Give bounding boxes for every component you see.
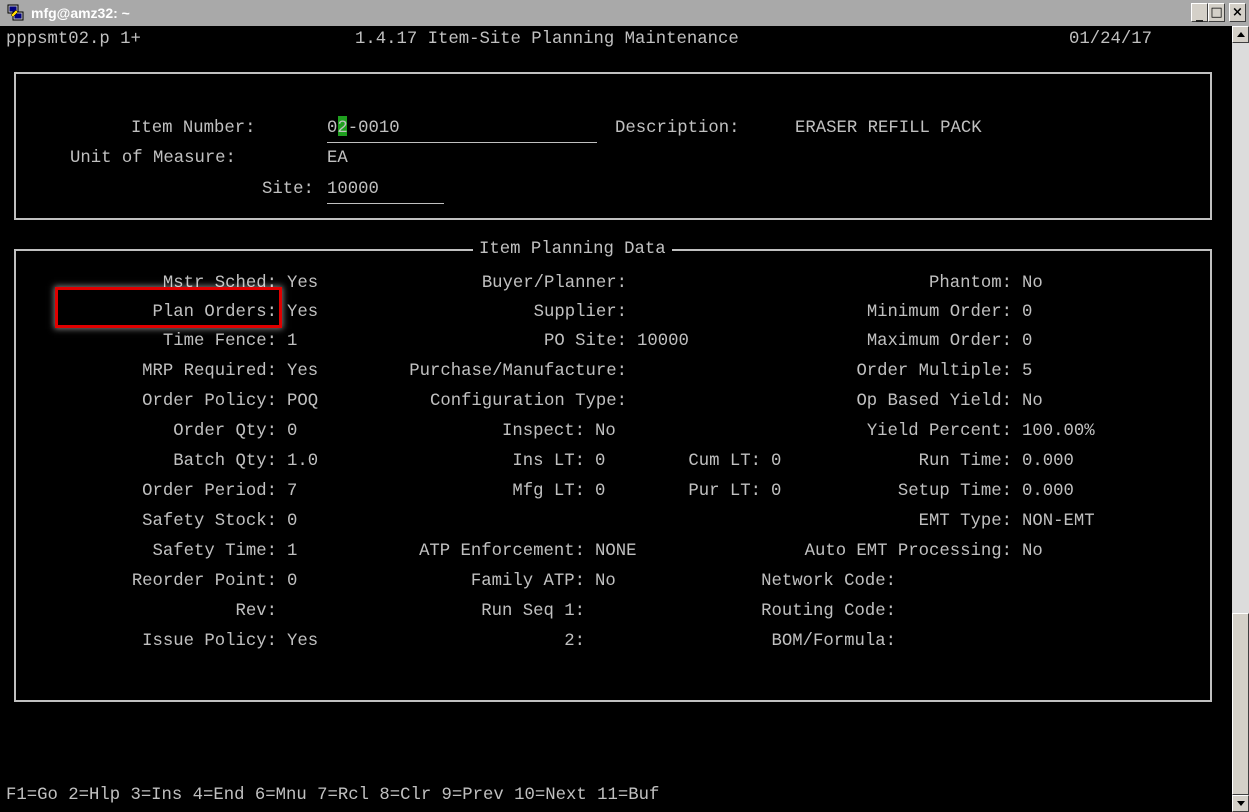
maximum-order-value[interactable]: 0 xyxy=(1022,332,1032,352)
auto-emt-value[interactable]: No xyxy=(1022,542,1043,562)
minimum-order-value[interactable]: 0 xyxy=(1022,303,1032,323)
function-key-bar: F1=Go 2=Hlp 3=Ins 4=End 6=Mnu 7=Rcl 8=Cl… xyxy=(6,786,660,805)
program-name: pppsmt02.p 1+ xyxy=(6,30,141,49)
minimize-icon[interactable]: _ xyxy=(1191,3,1208,22)
site-underline xyxy=(327,203,444,204)
emt-type-value[interactable]: NON-EMT xyxy=(1022,512,1095,532)
ins-lt-label: Ins LT: xyxy=(512,452,585,471)
time-fence-value[interactable]: 1 xyxy=(287,332,297,352)
description-value: ERASER REFILL PACK xyxy=(795,119,982,138)
scroll-down-arrow-icon xyxy=(1237,801,1245,806)
window-titlebar: mfg@amz32: ~ _ □ × xyxy=(0,0,1249,26)
putty-terminal-icon xyxy=(7,4,24,21)
scroll-up-button[interactable] xyxy=(1232,26,1249,43)
op-based-yield-label: Op Based Yield: xyxy=(856,392,1012,411)
issue-policy-value[interactable]: Yes xyxy=(287,632,318,652)
order-multiple-label: Order Multiple: xyxy=(856,362,1012,381)
op-based-yield-value[interactable]: No xyxy=(1022,392,1043,412)
order-policy-value[interactable]: POQ xyxy=(287,392,318,412)
maximum-order-label: Maximum Order: xyxy=(866,332,1012,351)
mrp-required-value[interactable]: Yes xyxy=(287,362,318,382)
atp-enforcement-value[interactable]: NONE xyxy=(595,542,636,562)
order-qty-value[interactable]: 0 xyxy=(287,422,297,442)
cum-lt-value[interactable]: 0 xyxy=(771,452,781,472)
setup-time-label: Setup Time: xyxy=(897,482,1012,501)
pur-lt-value[interactable]: 0 xyxy=(771,482,781,502)
run-time-value[interactable]: 0.000 xyxy=(1022,452,1074,472)
yield-percent-value[interactable]: 100.00% xyxy=(1022,422,1095,442)
maximize-icon[interactable]: □ xyxy=(1208,3,1225,22)
minimum-order-label: Minimum Order: xyxy=(866,303,1012,322)
mrp-required-label: MRP Required: xyxy=(142,362,277,381)
site-label: Site: xyxy=(262,180,314,199)
scroll-up-arrow-icon xyxy=(1237,32,1245,37)
rev-label: Rev: xyxy=(235,602,277,621)
safety-stock-label: Safety Stock: xyxy=(142,512,277,531)
scroll-thumb[interactable] xyxy=(1232,613,1249,795)
screen-date: 01/24/17 xyxy=(1069,30,1152,49)
reorder-point-value[interactable]: 0 xyxy=(287,572,297,592)
phantom-value[interactable]: No xyxy=(1022,274,1043,294)
po-site-value[interactable]: 10000 xyxy=(637,332,689,352)
run-seq-1-label: Run Seq 1: xyxy=(481,602,585,621)
family-atp-value[interactable]: No xyxy=(595,572,616,592)
atp-enforcement-label: ATP Enforcement: xyxy=(419,542,585,561)
run-seq-2-label: 2: xyxy=(564,632,585,651)
site-field[interactable]: 10000 xyxy=(327,180,379,200)
order-qty-label: Order Qty: xyxy=(173,422,277,441)
item-header-frame xyxy=(14,72,1212,220)
safety-time-label: Safety Time: xyxy=(152,542,277,561)
phantom-label: Phantom: xyxy=(929,274,1012,293)
mstr-sched-value[interactable]: Yes xyxy=(287,274,318,294)
item-number-field[interactable]: 02-0010 xyxy=(327,119,400,139)
buyer-planner-label: Buyer/Planner: xyxy=(481,274,627,293)
cum-lt-label: Cum LT: xyxy=(688,452,761,471)
safety-time-value[interactable]: 1 xyxy=(287,542,297,562)
scroll-down-button[interactable] xyxy=(1232,795,1249,812)
run-time-label: Run Time: xyxy=(918,452,1012,471)
vertical-scrollbar[interactable] xyxy=(1232,26,1249,812)
mfg-lt-label: Mfg LT: xyxy=(512,482,585,501)
pur-lt-label: Pur LT: xyxy=(688,482,761,501)
order-policy-label: Order Policy: xyxy=(142,392,277,411)
item-number-underline xyxy=(327,142,597,143)
reorder-point-label: Reorder Point: xyxy=(131,572,277,591)
safety-stock-value[interactable]: 0 xyxy=(287,512,297,532)
time-fence-highlight xyxy=(55,287,282,328)
bom-formula-label: BOM/Formula: xyxy=(771,632,896,651)
order-multiple-value[interactable]: 5 xyxy=(1022,362,1032,382)
batch-qty-label: Batch Qty: xyxy=(173,452,277,471)
mfg-lt-value[interactable]: 0 xyxy=(595,482,605,502)
yield-percent-label: Yield Percent: xyxy=(866,422,1012,441)
planning-legend: Item Planning Data xyxy=(473,240,672,260)
description-label: Description: xyxy=(615,119,740,138)
item-number-label: Item Number: xyxy=(131,119,256,138)
terminal-screen[interactable]: pppsmt02.p 1+ 1.4.17 Item-Site Planning … xyxy=(0,26,1232,812)
screen-title: 1.4.17 Item-Site Planning Maintenance xyxy=(355,30,739,49)
time-fence-label: Time Fence: xyxy=(162,332,277,351)
uom-value: EA xyxy=(327,149,348,168)
inspect-label: Inspect: xyxy=(502,422,585,441)
po-site-label: PO Site: xyxy=(544,332,627,351)
auto-emt-label: Auto EMT Processing: xyxy=(804,542,1012,561)
order-period-value[interactable]: 7 xyxy=(287,482,297,502)
supplier-label: Supplier: xyxy=(533,303,627,322)
configuration-type-label: Configuration Type: xyxy=(429,392,627,411)
plan-orders-value[interactable]: Yes xyxy=(287,303,318,323)
close-icon[interactable]: × xyxy=(1229,3,1246,22)
purchase-manufacture-label: Purchase/Manufacture: xyxy=(409,362,627,381)
family-atp-label: Family ATP: xyxy=(470,572,585,591)
emt-type-label: EMT Type: xyxy=(918,512,1012,531)
routing-code-label: Routing Code: xyxy=(761,602,896,621)
batch-qty-value[interactable]: 1.0 xyxy=(287,452,318,472)
uom-label: Unit of Measure: xyxy=(70,149,236,168)
issue-policy-label: Issue Policy: xyxy=(142,632,277,651)
network-code-label: Network Code: xyxy=(761,572,896,591)
ins-lt-value[interactable]: 0 xyxy=(595,452,605,472)
order-period-label: Order Period: xyxy=(142,482,277,501)
window-title: mfg@amz32: ~ xyxy=(31,5,130,21)
inspect-value[interactable]: No xyxy=(595,422,616,442)
setup-time-value[interactable]: 0.000 xyxy=(1022,482,1074,502)
